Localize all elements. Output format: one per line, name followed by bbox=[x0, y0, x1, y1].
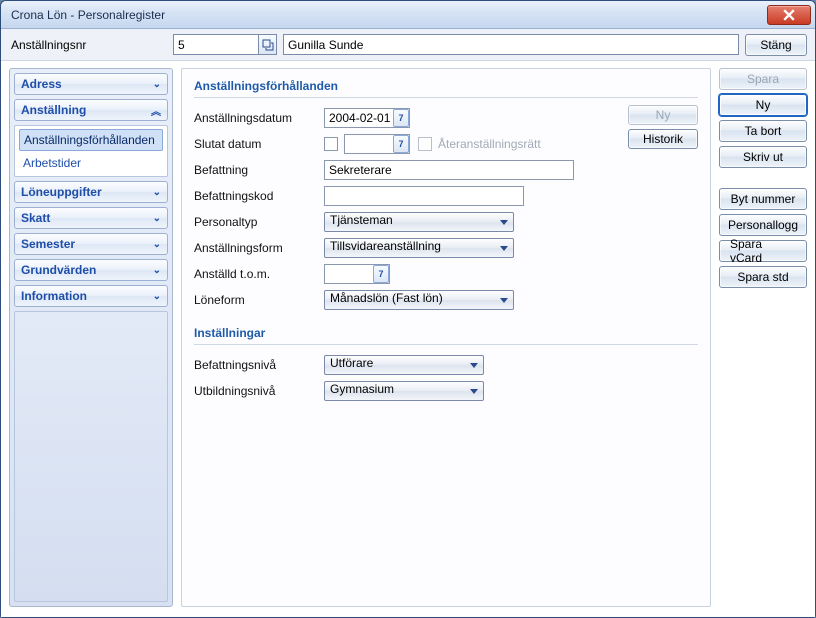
combo-value: Gymnasium bbox=[330, 382, 394, 396]
sidebar-header-information[interactable]: Information ⌄ bbox=[14, 285, 168, 307]
aform-combo[interactable]: Tillsvidareanställning bbox=[324, 238, 514, 258]
label-befkod: Befattningskod bbox=[194, 189, 324, 203]
app-window: Crona Lön - Personalregister Anställning… bbox=[0, 0, 816, 618]
befkod-input[interactable] bbox=[324, 186, 524, 206]
sidebar-header-loneuppgifter[interactable]: Löneuppgifter ⌄ bbox=[14, 181, 168, 203]
chevron-down-icon: ⌄ bbox=[153, 79, 161, 90]
sidebar-header-semester[interactable]: Semester ⌄ bbox=[14, 233, 168, 255]
chevron-down-icon: ⌄ bbox=[153, 187, 161, 198]
close-button[interactable]: Stäng bbox=[745, 34, 807, 56]
btn-label: Ta bort bbox=[745, 124, 782, 138]
sidebar: Adress ⌄ Anställning ︽ Anställningsförhå… bbox=[9, 68, 173, 607]
utbniva-combo[interactable]: Gymnasium bbox=[324, 381, 484, 401]
sidebar-header-anstallning[interactable]: Anställning ︽ bbox=[14, 99, 168, 121]
right-actions: Spara Ny Ta bort Skriv ut Byt nummer Per… bbox=[719, 68, 807, 607]
sidebar-spacer bbox=[14, 311, 168, 602]
sidebar-header-skatt[interactable]: Skatt ⌄ bbox=[14, 207, 168, 229]
titlebar: Crona Lön - Personalregister bbox=[1, 1, 815, 29]
header-row: Anställningsnr Stäng bbox=[1, 29, 815, 61]
section-title-1: Anställningsförhållanden bbox=[194, 79, 698, 98]
chevron-down-icon: ⌄ bbox=[153, 265, 161, 276]
chevron-up-icon: ︽ bbox=[151, 103, 161, 118]
btn-label: Spara std bbox=[737, 270, 788, 284]
btn-label: Spara bbox=[747, 72, 779, 86]
sidebar-header-grundvarden[interactable]: Grundvärden ⌄ bbox=[14, 259, 168, 281]
label-loneform: Löneform bbox=[194, 293, 324, 307]
new-button[interactable]: Ny bbox=[719, 94, 807, 116]
befattning-input[interactable] bbox=[324, 160, 574, 180]
btn-label: Personallogg bbox=[728, 218, 798, 232]
sidebar-item-label: Arbetstider bbox=[23, 156, 81, 170]
delete-button[interactable]: Ta bort bbox=[719, 120, 807, 142]
inner-right-actions: Ny Historik bbox=[628, 79, 698, 149]
emp-name-input[interactable] bbox=[283, 34, 739, 55]
close-icon bbox=[783, 9, 795, 21]
calendar-icon[interactable]: 7 bbox=[393, 135, 409, 153]
personallogg-button[interactable]: Personallogg bbox=[719, 214, 807, 236]
chevron-down-icon: ⌄ bbox=[153, 213, 161, 224]
chevron-down-icon: ⌄ bbox=[153, 239, 161, 250]
label-ptyp: Personaltyp bbox=[194, 215, 324, 229]
btn-label: Skriv ut bbox=[743, 150, 783, 164]
atom-date-field: 7 bbox=[324, 264, 390, 284]
ateranst-checkbox[interactable] bbox=[418, 137, 432, 151]
sidebar-label-loneuppgifter: Löneuppgifter bbox=[21, 185, 102, 199]
anstdatum-field: 7 bbox=[324, 108, 410, 128]
slutat-date-field: 7 bbox=[344, 134, 410, 154]
sidebar-sub-anstallning: Anställningsförhållanden Arbetstider bbox=[14, 125, 168, 177]
combo-value: Utförare bbox=[330, 356, 373, 370]
print-button[interactable]: Skriv ut bbox=[719, 146, 807, 168]
window-title: Crona Lön - Personalregister bbox=[11, 8, 767, 22]
slutat-checkbox[interactable] bbox=[324, 137, 338, 151]
label-utbniva: Utbildningsnivå bbox=[194, 384, 324, 398]
loneform-combo[interactable]: Månadslön (Fast lön) bbox=[324, 290, 514, 310]
combo-value: Månadslön (Fast lön) bbox=[330, 291, 443, 305]
label-ateranst: Återanställningsrätt bbox=[438, 137, 541, 151]
btn-label: Historik bbox=[643, 132, 683, 146]
combo-value: Tjänsteman bbox=[330, 213, 393, 227]
emp-no-label: Anställningsnr bbox=[9, 38, 167, 52]
label-anstdatum: Anställningsdatum bbox=[194, 111, 324, 125]
window-close-button[interactable] bbox=[767, 5, 811, 25]
btn-label: Spara vCard bbox=[730, 237, 796, 265]
sidebar-label-anstallning: Anställning bbox=[21, 103, 86, 117]
close-button-label: Stäng bbox=[760, 38, 791, 52]
history-button[interactable]: Historik bbox=[628, 129, 698, 149]
label-aform: Anställningsform bbox=[194, 241, 324, 255]
section-title-2: Inställningar bbox=[194, 326, 698, 345]
main-panel: Ny Historik Anställningsförhållanden Ans… bbox=[181, 68, 711, 607]
btn-label: Ny bbox=[756, 98, 771, 112]
combo-value: Tillsvidareanställning bbox=[330, 239, 441, 253]
sidebar-header-adress[interactable]: Adress ⌄ bbox=[14, 73, 168, 95]
btn-label: Ny bbox=[656, 108, 671, 122]
chevron-down-icon: ⌄ bbox=[153, 291, 161, 302]
label-slutat: Slutat datum bbox=[194, 137, 324, 151]
save-button[interactable]: Spara bbox=[719, 68, 807, 90]
save-std-button[interactable]: Spara std bbox=[719, 266, 807, 288]
sidebar-label-skatt: Skatt bbox=[21, 211, 50, 225]
lookup-icon bbox=[262, 39, 274, 51]
sidebar-item-arbetstider[interactable]: Arbetstider bbox=[19, 153, 163, 173]
calendar-icon[interactable]: 7 bbox=[393, 109, 409, 127]
label-atom: Anställd t.o.m. bbox=[194, 267, 324, 281]
sidebar-label-adress: Adress bbox=[21, 77, 62, 91]
label-befniva: Befattningsnivå bbox=[194, 358, 324, 372]
new-history-ny-button[interactable]: Ny bbox=[628, 105, 698, 125]
emp-lookup-button[interactable] bbox=[258, 35, 276, 54]
btn-label: Byt nummer bbox=[731, 192, 796, 206]
label-befattning: Befattning bbox=[194, 163, 324, 177]
sidebar-item-anstforh[interactable]: Anställningsförhållanden bbox=[19, 129, 163, 151]
sidebar-item-label: Anställningsförhållanden bbox=[24, 133, 155, 147]
ptyp-combo[interactable]: Tjänsteman bbox=[324, 212, 514, 232]
sidebar-label-grundvarden: Grundvärden bbox=[21, 263, 96, 277]
sidebar-label-information: Information bbox=[21, 289, 87, 303]
emp-no-field bbox=[173, 34, 277, 55]
calendar-icon[interactable]: 7 bbox=[373, 265, 389, 283]
befniva-combo[interactable]: Utförare bbox=[324, 355, 484, 375]
body: Adress ⌄ Anställning ︽ Anställningsförhå… bbox=[1, 61, 815, 617]
sidebar-label-semester: Semester bbox=[21, 237, 75, 251]
save-vcard-button[interactable]: Spara vCard bbox=[719, 240, 807, 262]
change-number-button[interactable]: Byt nummer bbox=[719, 188, 807, 210]
